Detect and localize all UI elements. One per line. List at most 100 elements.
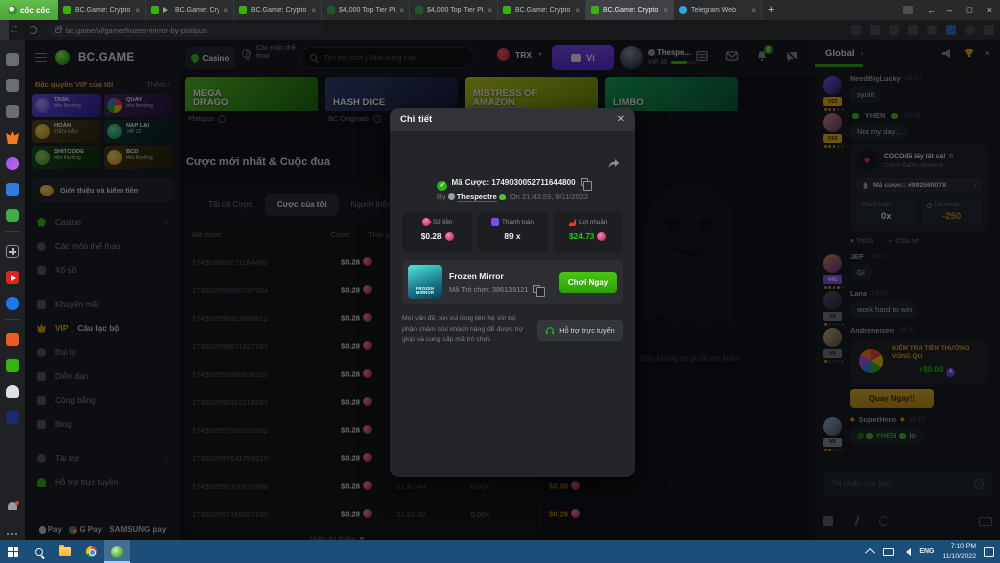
stat-value: $24.73 (553, 231, 623, 241)
pay-icon (491, 218, 499, 226)
windows-taskbar: ENG 7:10 PM11/10/2022 (0, 540, 1000, 563)
modal-title: Chi tiết (400, 114, 432, 125)
share-icon[interactable] (607, 156, 621, 174)
tab-preview-icon[interactable] (903, 6, 913, 14)
tab-title: BC.Game: Crypt (175, 7, 219, 14)
bcgame-favicon-icon (591, 6, 599, 14)
stat-label-row: Số tiền (402, 218, 472, 226)
browser-tab[interactable]: BC.Game: Crypto Ca × (58, 0, 146, 20)
tab-close-icon[interactable]: × (487, 6, 492, 15)
browser-tab[interactable]: $4,000 Top Tier Plat× (410, 0, 498, 20)
tab-close-icon[interactable]: × (135, 6, 140, 15)
minimize-button[interactable]: – (947, 5, 952, 15)
divider (5, 231, 20, 232)
browser-address-bar: ← → bc.game/vi/game/frozen-mirror-by-pla… (0, 20, 1000, 40)
window-controls: – ▢ × (947, 0, 992, 20)
stat-label: Thanh toán (502, 219, 534, 226)
tab-title: Telegram Web (691, 7, 747, 14)
currency-token-icon (597, 232, 606, 241)
bcgame-favicon-icon (503, 6, 511, 14)
browser-tab[interactable]: $4,000 Top Tier Plati × (322, 0, 410, 20)
profit-icon (568, 218, 576, 226)
bcgame-favicon-icon (151, 6, 159, 14)
copy-icon[interactable] (533, 285, 540, 293)
language-indicator[interactable]: ENG (919, 548, 934, 555)
tab-title: BC.Game: Crypto Ca (75, 7, 131, 14)
reopen-tab-icon[interactable]: ← (927, 5, 936, 15)
bcgame-favicon-icon (63, 6, 71, 14)
coccoc-taskbar-icon[interactable] (104, 540, 130, 563)
games-icon[interactable] (6, 209, 19, 222)
badminton-app-icon[interactable] (6, 385, 19, 398)
amount-icon (420, 216, 431, 227)
sidebar-more-icon[interactable] (6, 527, 19, 540)
headset-icon (545, 326, 555, 335)
navy-app-icon[interactable] (6, 411, 19, 424)
start-button[interactable] (0, 540, 26, 563)
play-now-button[interactable]: Chơi Ngay (559, 272, 617, 293)
add-icon[interactable] (6, 245, 19, 258)
tab-title: BC.Game: Crypto Ca (515, 7, 571, 14)
browser-tab[interactable]: BC.Game: Crypto Ca × (498, 0, 586, 20)
tab-close-icon[interactable]: × (751, 6, 756, 15)
coccoc-brand-label: cốc cốc (20, 6, 50, 15)
bet-details-modal: Chi tiết ✕ ✓Mã Cược: 1749030052711644800… (390, 108, 635, 477)
stat-label: Lợi nhuận (579, 219, 607, 226)
tab-close-icon[interactable]: × (663, 6, 668, 15)
stat-label-row: Lợi nhuận (553, 218, 623, 226)
settings-icon[interactable] (6, 53, 19, 66)
bet-byline: By Thespectre On 21:43:59, 9/11/2022 (390, 192, 635, 201)
promo-favicon-icon (327, 6, 335, 14)
maximize-button[interactable]: ▢ (966, 6, 973, 14)
newsfeed-icon[interactable] (6, 105, 19, 118)
zalo-icon[interactable] (6, 183, 19, 196)
tab-title: $4,000 Top Tier Plati (339, 7, 395, 14)
close-window-button[interactable]: × (987, 5, 992, 15)
game-name: Frozen Mirror (449, 271, 540, 281)
tab-close-icon[interactable]: × (223, 6, 228, 15)
support-help-text: Mọi vấn đề, xin vui lòng liên hệ với bộ … (402, 314, 530, 346)
browser-tab[interactable]: BC.Game: Crypt × (146, 0, 234, 20)
player-name[interactable]: Thespectre (457, 192, 497, 202)
chrome-icon[interactable] (78, 540, 104, 563)
live-support-button[interactable]: Hỗ trợ trực tuyến (537, 320, 623, 341)
modal-stat-card: Lợi nhuận $24.73 (553, 212, 623, 252)
modal-stat-card: Số tiền$0.28 (402, 212, 472, 252)
notification-center-icon[interactable] (984, 547, 994, 557)
crown-icon[interactable] (6, 131, 19, 144)
browser-tab[interactable]: BC.Game: Crypto Ca× (586, 0, 674, 20)
player-icon (448, 193, 455, 200)
tab-audio-icon (163, 7, 171, 13)
stat-value: 89 x (477, 231, 547, 241)
tray-expand-icon[interactable] (865, 548, 875, 558)
taskbar-search-icon[interactable] (26, 540, 52, 563)
coccoc-menu-button[interactable]: cốc cốc (0, 0, 58, 20)
sidebar-notifications-icon[interactable] (6, 501, 19, 514)
game-thumbnail[interactable]: FROZEN MIRROR (408, 265, 442, 299)
file-explorer-icon[interactable] (52, 540, 78, 563)
modal-close-icon[interactable]: ✕ (617, 114, 625, 125)
forward-button[interactable]: → (9, 20, 1000, 40)
messenger-icon[interactable] (6, 157, 19, 170)
browser-tab[interactable]: BC.Game: Crypto Ca× (234, 0, 322, 20)
copy-icon[interactable] (581, 178, 588, 186)
new-tab-button[interactable]: + (768, 4, 774, 16)
stat-label: Số tiền (433, 219, 453, 226)
page-viewport: BC.GAME Đặc quyền VIP của tôi Thêm › TAS… (25, 40, 1000, 540)
volume-icon[interactable] (902, 548, 911, 556)
green-app-icon[interactable] (6, 359, 19, 372)
bet-id-value: 1749030052711644800 (491, 178, 575, 187)
youtube-icon[interactable] (6, 271, 19, 284)
tv360-app-icon[interactable] (6, 333, 19, 346)
network-icon[interactable] (883, 548, 894, 556)
tab-close-icon[interactable]: × (311, 6, 316, 15)
bet-id-line: ✓Mã Cược: 1749030052711644800 (390, 178, 635, 191)
verified-check-icon: ✓ (437, 181, 447, 191)
browser-tab[interactable]: Telegram Web × (674, 0, 762, 20)
facebook-icon[interactable] (6, 297, 19, 310)
clock[interactable]: 7:10 PM11/10/2022 (942, 542, 976, 560)
history-icon[interactable] (6, 79, 19, 92)
tab-close-icon[interactable]: × (575, 6, 580, 15)
tab-close-icon[interactable]: × (399, 6, 404, 15)
currency-token-icon (445, 232, 454, 241)
